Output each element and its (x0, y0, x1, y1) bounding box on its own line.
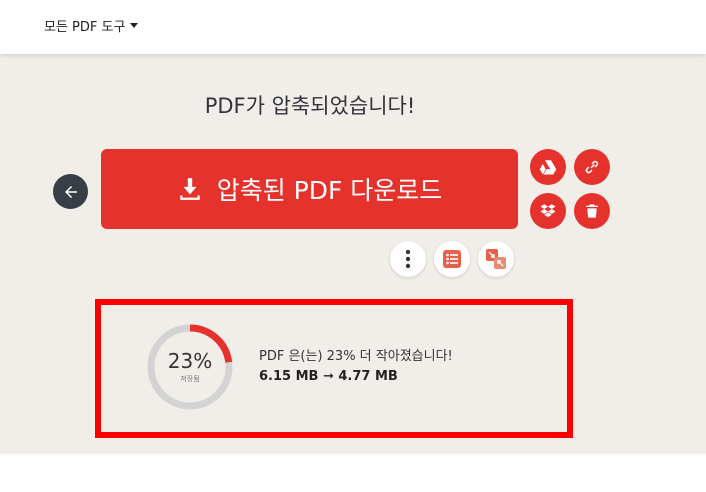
download-icon (177, 176, 203, 202)
google-drive-icon (539, 160, 557, 175)
link-icon (585, 160, 599, 174)
dropbox-icon (540, 204, 556, 218)
compression-result-box: 23% 저장됨 PDF 은(는) 23% 더 작아졌습니다! 6.15 MB ➞… (95, 299, 573, 438)
google-drive-button[interactable] (530, 149, 566, 185)
back-button[interactable] (53, 174, 88, 209)
copy-link-button[interactable] (574, 149, 610, 185)
top-bar: 모든 PDF 도구 (0, 0, 706, 54)
all-pdf-tools-menu[interactable]: 모든 PDF 도구 (44, 16, 139, 35)
main-area: PDF가 압축되었습니다! 압축된 PDF 다운로드 23% 저장됨 PDF 은… (0, 54, 706, 454)
list-icon (443, 250, 461, 268)
organize-pdf-button[interactable] (434, 241, 470, 277)
trash-icon (586, 204, 598, 218)
download-button-label: 압축된 PDF 다운로드 (216, 176, 443, 205)
all-pdf-tools-label: 모든 PDF 도구 (44, 20, 126, 35)
delete-button[interactable] (574, 193, 610, 229)
result-message: PDF 은(는) 23% 더 작아졌습니다! (259, 349, 453, 364)
download-compressed-pdf-button[interactable]: 압축된 PDF 다운로드 (101, 149, 518, 229)
page-title: PDF가 압축되었습니다! (204, 94, 416, 118)
more-vertical-icon (405, 249, 411, 269)
caret-down-icon (130, 23, 139, 28)
merge-compress-icon (486, 249, 506, 269)
savings-label-group: 23% 저장됨 (145, 322, 235, 412)
arrow-left-icon (64, 185, 77, 198)
file-size-change: 6.15 MB ➞ 4.77 MB (259, 369, 398, 384)
more-options-button[interactable] (390, 241, 426, 277)
compress-tool-button[interactable] (478, 241, 514, 277)
savings-percent: 23% (167, 349, 213, 373)
dropbox-button[interactable] (530, 193, 566, 229)
saved-label: 저장됨 (180, 375, 200, 383)
